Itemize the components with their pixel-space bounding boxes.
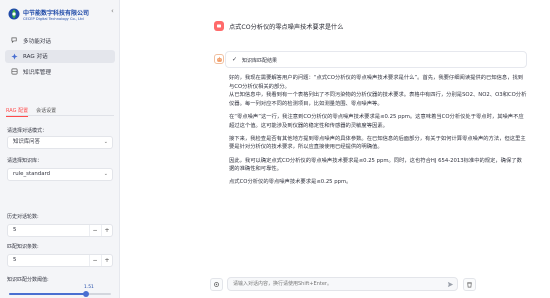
sidebar: 中节能数字科技有限公司 CECEP Digital Technology Co.… xyxy=(0,0,120,298)
slider-thumb[interactable] xyxy=(83,290,89,297)
kb-value: rule_standard xyxy=(13,171,51,177)
increment-button[interactable]: + xyxy=(101,225,112,236)
answer-paragraph: 在“零点噪声”这一行，我注意到CO分析仪的零点噪声技术要求是≤0.25 ppm。… xyxy=(229,113,524,129)
brand-name-en: CECEP Digital Technology Co., Ltd xyxy=(23,17,84,21)
user-message: 点式CO分析仪的零点噪声技术要求是什么 xyxy=(229,24,344,31)
decrement-button[interactable]: − xyxy=(89,225,100,236)
sidebar-item-kb-manage[interactable]: 知识库管理 xyxy=(5,65,115,78)
answer-paragraph: 点式CO分析仪的零点噪声技术要求是≤0.25 ppm。 xyxy=(229,179,352,186)
brand-name-cn: 中节能数字科技有限公司 xyxy=(23,10,90,17)
threshold-value: 1.51 xyxy=(84,285,94,290)
user-avatar xyxy=(214,21,224,31)
sidebar-item-label: RAG 对话 xyxy=(23,54,48,60)
threshold-slider[interactable] xyxy=(9,290,111,297)
chevron-down-icon: ⌄ xyxy=(103,139,108,145)
chat-input[interactable] xyxy=(227,277,458,291)
assistant-answer: 好的，我现在需要解答用户的问题：“点式CO分析仪的零点噪声技术要求是什么”。首先… xyxy=(229,74,527,187)
sidebar-tabs: RAG 配置 会话设置 xyxy=(6,106,114,117)
sidebar-item-multi-chat[interactable]: 多功能对话 xyxy=(5,34,115,47)
sidebar-item-label: 知识库管理 xyxy=(23,69,51,76)
match-count-value: 5 xyxy=(13,257,17,263)
kb-label: 请选择知识库： xyxy=(7,158,43,164)
answer-paragraph: 从已知信息中，我看到有一个表格列出了不同污染物的分析仪器的技术要求。表格中有四行… xyxy=(229,92,527,107)
expander-label: 知识库匹配结果 xyxy=(242,58,278,64)
rag-sparkle-icon xyxy=(11,52,18,60)
answer-paragraph: 好的，我现在需要解答用户的问题：“点式CO分析仪的零点噪声技术要求是什么”。首先… xyxy=(229,75,524,90)
match-count-stepper[interactable]: 5 − + xyxy=(7,254,113,267)
sidebar-item-label: 多功能对话 xyxy=(23,38,51,45)
assistant-avatar xyxy=(214,54,224,64)
sidebar-nav: 多功能对话 RAG 对话 知识库管理 xyxy=(5,34,115,81)
decrement-button[interactable]: − xyxy=(89,255,100,266)
threshold-label: 知识匹配分数阈值: xyxy=(7,277,49,283)
dialog-mode-value: 知识库问答 xyxy=(13,139,40,145)
trash-icon[interactable] xyxy=(463,278,476,291)
kb-results-expander[interactable]: ✓ 知识库匹配结果 xyxy=(225,51,527,68)
slider-fill xyxy=(9,293,86,295)
answer-paragraph: 接下来，我检查是否有其他地方提到零点噪声的具体参数。在已知信息的后面部分，有关于… xyxy=(229,135,526,151)
match-count-label: 匹配知识条数: xyxy=(7,244,39,250)
history-rounds-label: 历史对话轮数: xyxy=(7,214,39,220)
increment-button[interactable]: + xyxy=(101,255,112,266)
chevron-left-icon[interactable]: ‹ xyxy=(111,8,118,15)
brand: 中节能数字科技有限公司 CECEP Digital Technology Co.… xyxy=(8,7,118,29)
checkmark-icon: ✓ xyxy=(232,56,238,63)
gear-icon[interactable] xyxy=(210,278,223,291)
history-rounds-stepper[interactable]: 5 − + xyxy=(7,224,113,237)
dialog-mode-label: 请选择对话模式： xyxy=(7,128,48,134)
answer-paragraph: 因此，我可以确定点式CO分析仪的零点噪声技术要求是≤0.25 ppm。同时，这也… xyxy=(229,157,522,173)
chat-bubbles-icon xyxy=(11,37,18,44)
sidebar-item-rag-chat[interactable]: RAG 对话 xyxy=(5,49,115,63)
kb-select[interactable]: rule_standard ⌄ xyxy=(7,168,113,181)
chevron-down-icon: ⌄ xyxy=(103,171,108,177)
dialog-mode-select[interactable]: 知识库问答 ⌄ xyxy=(7,136,113,149)
chat-area: 点式CO分析仪的零点噪声技术要求是什么 ✓ 知识库匹配结果 好的，我现在需要解答… xyxy=(121,0,550,298)
send-icon[interactable] xyxy=(446,280,455,289)
cecep-logo xyxy=(8,8,20,20)
tab-rag-config[interactable]: RAG 配置 xyxy=(6,106,29,117)
history-rounds-value: 5 xyxy=(13,227,17,233)
tab-session-settings[interactable]: 会话设置 xyxy=(36,106,56,116)
database-icon xyxy=(11,68,18,75)
